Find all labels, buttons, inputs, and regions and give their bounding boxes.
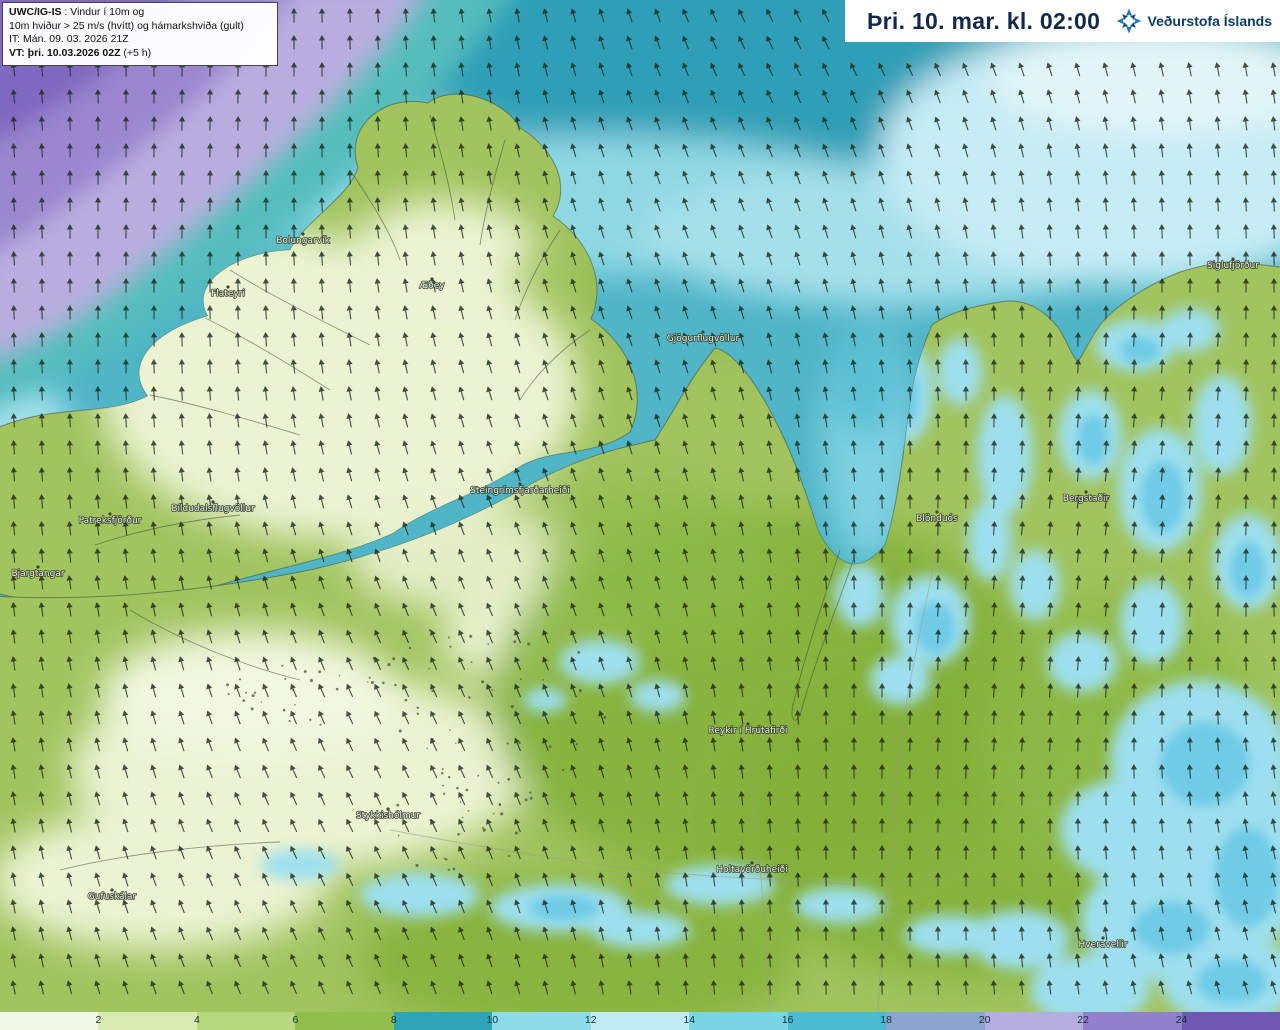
- valid-time-label: Þri. 10. mar. kl. 02:00: [867, 7, 1101, 34]
- colorbar-tick: 8: [390, 1014, 397, 1026]
- colorbar-segment: [98, 1012, 197, 1030]
- place-label: Bolungarvík: [276, 236, 330, 246]
- place-label: Æðey: [419, 281, 445, 291]
- place-label: Reykir í Hrútafirði: [709, 726, 788, 736]
- place-label: Siglufjörður: [1207, 261, 1259, 271]
- colorbar-tick: 20: [978, 1014, 991, 1026]
- colorbar-segment: [886, 1012, 985, 1030]
- header-bar: Þri. 10. mar. kl. 02:00 Veðurstofa Íslan…: [845, 0, 1280, 42]
- colorbar-tick: 14: [683, 1014, 696, 1026]
- place-label: Hveravellir: [1079, 940, 1128, 950]
- valid-time-rest: (+5 h): [120, 46, 152, 59]
- place-label: Bergstaðir: [1063, 494, 1110, 504]
- info-line-1-rest: : Vindur í 10m og: [61, 6, 145, 18]
- colorbar-segment: [196, 1012, 296, 1030]
- colorbar-tick: 22: [1077, 1014, 1089, 1026]
- place-label: Bíldudalsflugvöllur: [171, 504, 255, 514]
- vedurstofa-logo: Veðurstofa Íslands: [1115, 7, 1272, 35]
- colorbar-segment: [393, 1012, 493, 1030]
- info-line-4: VT: þri. 10.03.2026 02Z (+5 h): [9, 47, 271, 61]
- colorbar-segment: [0, 1012, 99, 1030]
- colorbar-segment: [787, 1012, 887, 1030]
- colorbar-tick: 12: [584, 1014, 597, 1026]
- colorbar-tick: 2: [95, 1014, 102, 1026]
- info-line-3: IT: Mán. 09. 03. 2026 21Z: [9, 33, 129, 46]
- colorbar-segment: [492, 1012, 591, 1030]
- info-line-2: 10m hviður > 25 m/s (hvítt) og hámarkshv…: [9, 19, 244, 32]
- place-label: Blönduós: [916, 513, 958, 524]
- place-label: Steingrímsfjarðarheiði: [470, 486, 570, 496]
- place-label: Gjögurflugvöllur: [667, 334, 740, 344]
- place-label: Patreksfjörður: [79, 516, 142, 526]
- model-info-box: UWC/IG-IS : Vindur í 10m og 10m hviður >…: [2, 2, 278, 66]
- colorbar-segment: [295, 1012, 394, 1030]
- place-label: Flateyri: [211, 289, 245, 299]
- colorbar-segment: [1181, 1012, 1280, 1030]
- colorbar-segment: [984, 1012, 1084, 1030]
- place-label: Holtavörðuheiði: [716, 865, 787, 875]
- colorbar-tick: 4: [194, 1014, 200, 1026]
- info-line-1: UWC/IG-IS : Vindur í 10m og: [9, 6, 271, 20]
- colorbar-tick: 10: [486, 1014, 499, 1026]
- valid-time-bold: VT: þri. 10.03.2026 02Z: [9, 46, 121, 59]
- colorbar-tick: 16: [781, 1014, 794, 1026]
- model-name: UWC/IG-IS: [9, 6, 62, 18]
- wind-speed-colorbar: 2 4 6 8 10 12 14 16 18 20 22 24: [0, 1012, 1280, 1030]
- snowflake-logo-icon: [1116, 8, 1141, 34]
- weather-map-page: Bolungarvík Flateyri Æðey Gjögurflugvöllur S…: [0, 0, 1280, 1030]
- place-label: Gufuskálar: [88, 892, 137, 902]
- colorbar-tick: 6: [292, 1014, 299, 1026]
- colorbar-segment: [689, 1012, 788, 1030]
- place-label: Stykkishólmur: [356, 810, 420, 821]
- colorbar-segment: [590, 1012, 690, 1030]
- logo-text: Veðurstofa Íslands: [1147, 13, 1272, 29]
- colorbar-tick: 24: [1175, 1014, 1188, 1026]
- colorbar-tick: 18: [880, 1014, 892, 1026]
- place-label: Bjargtangar: [11, 569, 64, 579]
- colorbar-segment: [1083, 1012, 1182, 1030]
- wind-map: Bolungarvík Flateyri Æðey Gjögurflugvöllur S…: [0, 0, 1280, 1012]
